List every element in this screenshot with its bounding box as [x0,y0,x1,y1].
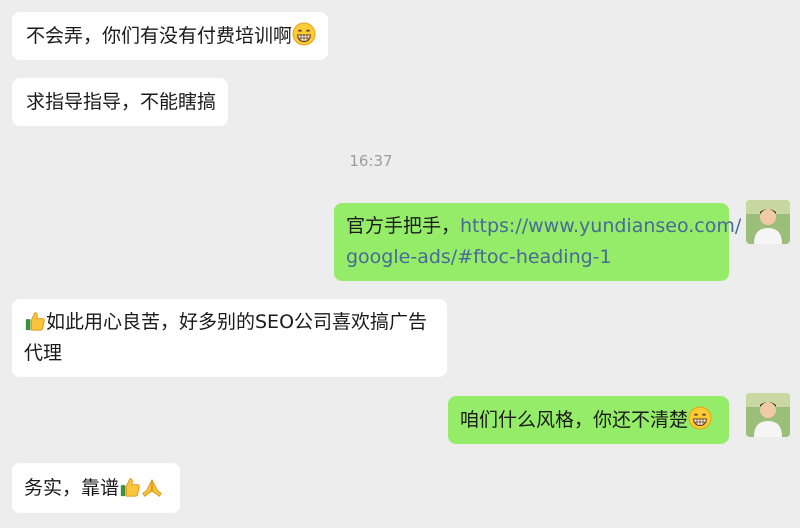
message-text: 如此用心良苦，好多别的SEO公司喜欢搞广告 [46,311,428,333]
avatar[interactable] [746,393,790,437]
message-bubble-outgoing[interactable]: 官方手把手，https://www.yundianseo.com/ google… [334,203,741,281]
message-link[interactable]: google-ads/#ftoc-heading-1 [346,246,612,268]
message-text: 求指导指导，不能瞎搞 [26,91,217,113]
user-avatar-icon [746,200,790,244]
thumbs-up-icon [120,478,140,497]
thumbs-up-icon [25,312,45,331]
grinning-face-icon [292,22,316,46]
message-bubble-outgoing[interactable]: 咱们什么风格，你还不清楚 [448,396,729,444]
user-avatar-icon [746,393,790,437]
message-link[interactable]: https://www.yundianseo.com/ [460,215,741,237]
message-text: 咱们什么风格，你还不清楚 [460,409,689,431]
message-bubble-incoming[interactable]: 务实，靠谱 [12,463,180,513]
message-text: 务实，靠谱 [24,477,120,499]
folded-hands-icon [142,479,162,497]
message-bubble-incoming[interactable]: 不会弄，你们有没有付费培训啊 [12,12,328,60]
message-text: 代理 [24,342,63,364]
timestamp: 16:37 [349,152,393,170]
message-text: 官方手把手， [346,215,461,237]
avatar[interactable] [746,200,790,244]
grinning-face-icon [688,406,712,430]
message-bubble-incoming[interactable]: 如此用心良苦，好多别的SEO公司喜欢搞广告 代理 [12,299,447,377]
message-bubble-incoming[interactable]: 求指导指导，不能瞎搞 [12,78,228,126]
message-text: 不会弄，你们有没有付费培训啊 [26,25,293,47]
